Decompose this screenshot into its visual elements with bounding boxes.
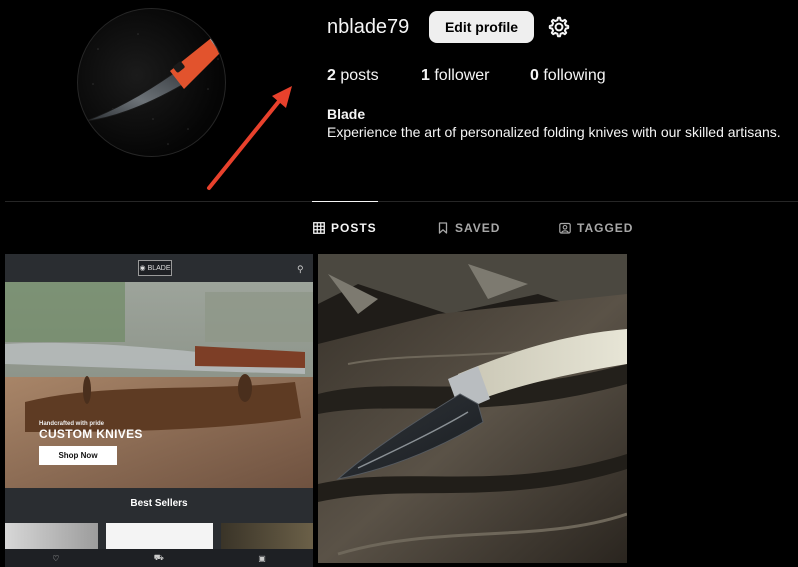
shop-now-button: Shop Now bbox=[39, 446, 117, 465]
edit-profile-button[interactable]: Edit profile bbox=[429, 11, 534, 43]
tab-tagged[interactable]: TAGGED bbox=[559, 221, 633, 235]
tab-posts-label: POSTS bbox=[331, 221, 377, 235]
product-thumb bbox=[221, 523, 313, 549]
following-count-value: 0 bbox=[530, 67, 539, 84]
tag-portrait-icon bbox=[559, 222, 571, 234]
bio-name: Blade bbox=[327, 106, 366, 122]
heart-icon: ♡ bbox=[52, 553, 60, 563]
product-thumb bbox=[5, 523, 98, 549]
posts-count: 2 posts bbox=[327, 66, 379, 86]
followers-count-label: follower bbox=[434, 67, 490, 84]
tab-posts[interactable]: POSTS bbox=[313, 221, 377, 235]
site-logo-text: BLADE bbox=[147, 264, 171, 272]
tab-saved[interactable]: SAVED bbox=[437, 221, 500, 235]
grid-icon bbox=[313, 222, 325, 234]
bookmark-icon bbox=[438, 222, 448, 234]
profile-username: nblade79 bbox=[327, 16, 410, 38]
cart-icon: ⛟ bbox=[153, 553, 164, 562]
product-thumb bbox=[106, 523, 213, 549]
bio-text: Experience the art of personalized foldi… bbox=[327, 124, 781, 140]
tabs-divider bbox=[5, 201, 798, 202]
site-header: ◉ BLADE ⚲ bbox=[5, 254, 313, 282]
annotation-arrow-icon bbox=[207, 86, 292, 190]
active-tab-indicator bbox=[312, 201, 378, 202]
posts-count-label: posts bbox=[340, 67, 379, 84]
search-icon: ⚲ bbox=[297, 264, 304, 274]
site-logo: ◉ BLADE bbox=[138, 260, 172, 276]
following-count-label: following bbox=[543, 67, 606, 84]
tab-saved-label: SAVED bbox=[455, 221, 501, 235]
best-sellers-heading: Best Sellers bbox=[5, 488, 313, 518]
account-icon: ▣ bbox=[258, 553, 266, 563]
gear-icon[interactable] bbox=[547, 15, 571, 39]
followers-count-value: 1 bbox=[421, 67, 430, 84]
logo-badge-icon: ◉ bbox=[139, 265, 146, 272]
hero-title: CUSTOM KNIVES bbox=[39, 427, 143, 441]
following-link[interactable]: 0 following bbox=[530, 66, 606, 86]
followers-link[interactable]: 1 follower bbox=[421, 66, 490, 86]
post-website-screenshot[interactable]: ◉ BLADE ⚲ Handcrafted with pride CUSTOM … bbox=[5, 254, 313, 567]
tab-tagged-label: TAGGED bbox=[577, 221, 634, 235]
posts-count-value: 2 bbox=[327, 67, 336, 84]
site-bottom-nav: ♡ ⛟ ▣ bbox=[5, 549, 313, 567]
post-knife-photo[interactable] bbox=[318, 254, 627, 563]
